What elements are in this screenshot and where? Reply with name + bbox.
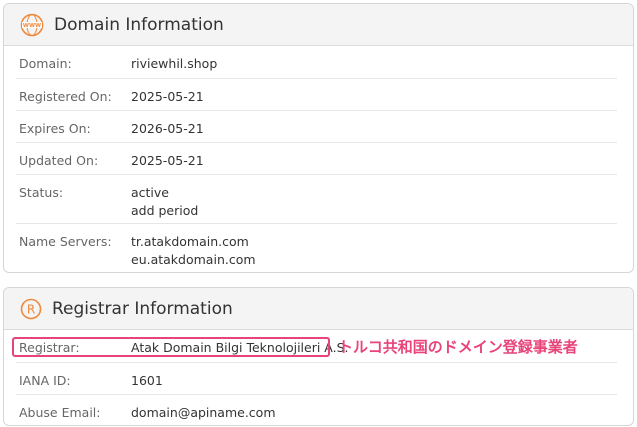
name-servers-label: Name Servers:	[19, 234, 112, 249]
registered-on-value: 2025-05-21	[131, 89, 204, 104]
iana-id-value: 1601	[131, 373, 163, 388]
registrar-information-card: R Registrar Information Registrar: Atak …	[3, 287, 634, 426]
svg-text:WWW: WWW	[23, 23, 41, 29]
row-expires-on: Expires On: 2026-05-21	[16, 111, 617, 143]
updated-on-label: Updated On:	[19, 153, 99, 168]
expires-on-label: Expires On:	[19, 121, 91, 136]
name-server-1: tr.atakdomain.com	[131, 234, 249, 249]
name-server-2: eu.atakdomain.com	[131, 252, 256, 267]
registered-on-label: Registered On:	[19, 89, 112, 104]
domain-information-title: Domain Information	[54, 14, 224, 35]
svg-text:R: R	[27, 302, 35, 316]
expires-on-value: 2026-05-21	[131, 121, 204, 136]
registrar-information-title: Registrar Information	[52, 298, 233, 319]
registrar-highlight-box	[12, 337, 330, 357]
updated-on-value: 2025-05-21	[131, 153, 204, 168]
status-value-1: active	[131, 185, 169, 200]
domain-information-header: WWW Domain Information	[4, 4, 633, 46]
name-servers-values: tr.atakdomain.com eu.atakdomain.com	[131, 233, 256, 269]
domain-label: Domain:	[19, 56, 72, 71]
iana-id-label: IANA ID:	[19, 373, 71, 388]
registered-mark-icon: R	[20, 298, 42, 319]
row-updated-on: Updated On: 2025-05-21	[16, 143, 617, 175]
registrar-annotation: トルコ共和国のドメイン登録事業者	[338, 338, 578, 356]
row-registered-on: Registered On: 2025-05-21	[16, 79, 617, 111]
row-iana-id: IANA ID: 1601	[16, 363, 617, 395]
abuse-email-label: Abuse Email:	[19, 405, 101, 420]
status-values: active add period	[131, 184, 198, 220]
row-status: Status: active add period	[16, 175, 617, 224]
domain-value: riviewhil.shop	[131, 56, 218, 71]
row-abuse-email: Abuse Email: domain@apiname.com	[16, 395, 617, 425]
status-value-2: add period	[131, 203, 199, 218]
abuse-email-value: domain@apiname.com	[131, 405, 276, 420]
row-name-servers: Name Servers: tr.atakdomain.com eu.atakd…	[16, 224, 617, 272]
status-label: Status:	[19, 185, 64, 200]
registrar-information-header: R Registrar Information	[4, 288, 633, 330]
row-domain: Domain: riviewhil.shop	[16, 46, 617, 79]
domain-information-card: WWW Domain Information Domain: riviewhil…	[3, 3, 634, 273]
www-globe-icon: WWW	[20, 13, 44, 36]
